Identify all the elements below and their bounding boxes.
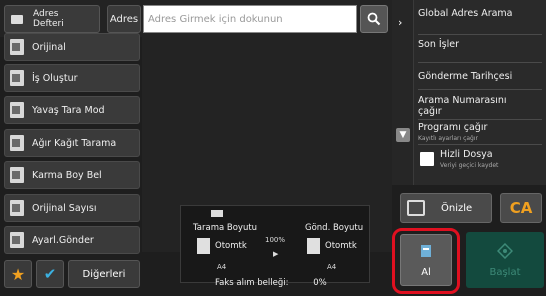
check-button[interactable]: ✔ xyxy=(36,260,64,288)
quick-file-label: Hizli Dosya xyxy=(440,149,493,160)
divider xyxy=(418,89,542,90)
status-panel: Tarama Boyutu Otomtk A4 100% ▶ Gönd. Boy… xyxy=(180,205,370,283)
arrow-right-icon: ▶ xyxy=(273,250,279,258)
mode-heavy-paper[interactable]: Ağır Kağıt Tarama xyxy=(4,129,140,157)
menu-call-program[interactable]: Programı çağır Kayıtlı ayarları çağır xyxy=(418,122,542,144)
fax-receive-icon xyxy=(421,244,431,257)
heavy-paper-icon xyxy=(10,135,24,151)
job-build-icon xyxy=(10,70,24,86)
menu-send-history[interactable]: Gönderme Tarihçesi xyxy=(418,71,542,82)
send-doc-icon xyxy=(307,238,320,254)
divider xyxy=(418,62,542,63)
divider xyxy=(418,144,542,145)
mode-label: Ağır Kağıt Tarama xyxy=(32,137,117,149)
fax-memory-value: 0% xyxy=(313,278,327,288)
address-input[interactable]: Adres Girmek için dokunun xyxy=(143,5,357,33)
mode-label: Ayarl.Gönder xyxy=(32,234,94,246)
mode-original-count[interactable]: Orijinal Sayısı xyxy=(4,194,140,222)
address-book-icon xyxy=(11,14,23,24)
scroll-down-button[interactable]: ▼ xyxy=(396,128,410,142)
send-settings-icon xyxy=(10,232,24,248)
clear-all-button[interactable]: CA xyxy=(500,193,542,223)
quick-file-sublabel: Veriyi geçici kaydet xyxy=(440,162,499,169)
address-book-label: Adres Defteri xyxy=(33,9,64,29)
mixed-size-icon xyxy=(10,167,24,183)
preview-button[interactable]: Önizle xyxy=(400,193,492,223)
mode-label: Orijinal xyxy=(32,41,66,53)
mode-label: Karma Boy Bel xyxy=(32,169,102,181)
star-icon: ★ xyxy=(10,264,26,284)
mode-send-settings[interactable]: Ayarl.Gönder xyxy=(4,226,140,254)
preview-label: Önizle xyxy=(441,202,473,214)
menu-recent-jobs[interactable]: Son İşler xyxy=(418,39,542,50)
paper-icon xyxy=(211,210,223,217)
call-program-label: Programı çağır xyxy=(418,122,488,133)
send-paper-size: A4 xyxy=(327,263,337,271)
scan-size-label: Tarama Boyutu xyxy=(193,223,258,233)
fax-memory-status: Faks alım belleği: 0% xyxy=(215,278,375,292)
mode-original[interactable]: Orijinal xyxy=(4,33,140,61)
send-size-value: Otomtk xyxy=(325,241,357,251)
original-count-icon xyxy=(10,200,24,216)
address-book-button[interactable]: Adres Defteri xyxy=(4,5,100,33)
scan-paper-size: A4 xyxy=(217,263,227,271)
start-button[interactable]: Başlat xyxy=(466,232,544,288)
original-doc-icon xyxy=(10,39,24,55)
receive-button[interactable]: Al xyxy=(400,234,452,286)
mode-label: İş Oluştur xyxy=(32,72,78,84)
preview-icon xyxy=(407,200,425,216)
scan-size-value: Otomtk xyxy=(215,241,247,251)
mode-mixed-size[interactable]: Karma Boy Bel xyxy=(4,161,140,189)
favorites-button[interactable]: ★ xyxy=(4,260,32,288)
search-button[interactable] xyxy=(360,5,388,33)
scan-doc-icon xyxy=(197,238,210,254)
divider xyxy=(418,34,542,35)
mode-slow-scan[interactable]: Yavaş Tara Mod xyxy=(4,96,140,124)
chevron-right-icon: › xyxy=(398,16,403,29)
start-icon xyxy=(497,242,513,259)
divider xyxy=(418,119,542,120)
menu-quick-file[interactable]: Hizli Dosya Veriyi geçici kaydet xyxy=(440,149,540,171)
address-button[interactable]: Adres xyxy=(107,5,141,33)
check-icon: ✔ xyxy=(43,265,57,283)
quick-file-checkbox[interactable] xyxy=(420,152,434,166)
fax-memory-label: Faks alım belleği: xyxy=(215,278,289,288)
receive-label: Al xyxy=(421,266,431,278)
search-icon xyxy=(367,12,381,26)
others-button[interactable]: Diğerleri xyxy=(68,260,140,288)
action-panel-toggle[interactable]: › xyxy=(392,0,414,185)
mode-job-build[interactable]: İş Oluştur xyxy=(4,64,140,92)
zoom-value: 100% xyxy=(265,236,286,244)
start-label: Başlat xyxy=(489,266,521,278)
send-size-label: Gönd. Boyutu xyxy=(305,223,364,233)
mode-label: Yavaş Tara Mod xyxy=(32,104,105,116)
menu-call-number[interactable]: Arama Numarasını çağır xyxy=(418,95,518,117)
mode-label: Orijinal Sayısı xyxy=(32,202,97,214)
slow-scan-icon xyxy=(10,102,24,118)
call-program-sublabel: Kayıtlı ayarları çağır xyxy=(418,135,478,142)
menu-global-address-search[interactable]: Global Adres Arama xyxy=(418,8,542,19)
chevron-down-icon: ▼ xyxy=(399,130,407,140)
